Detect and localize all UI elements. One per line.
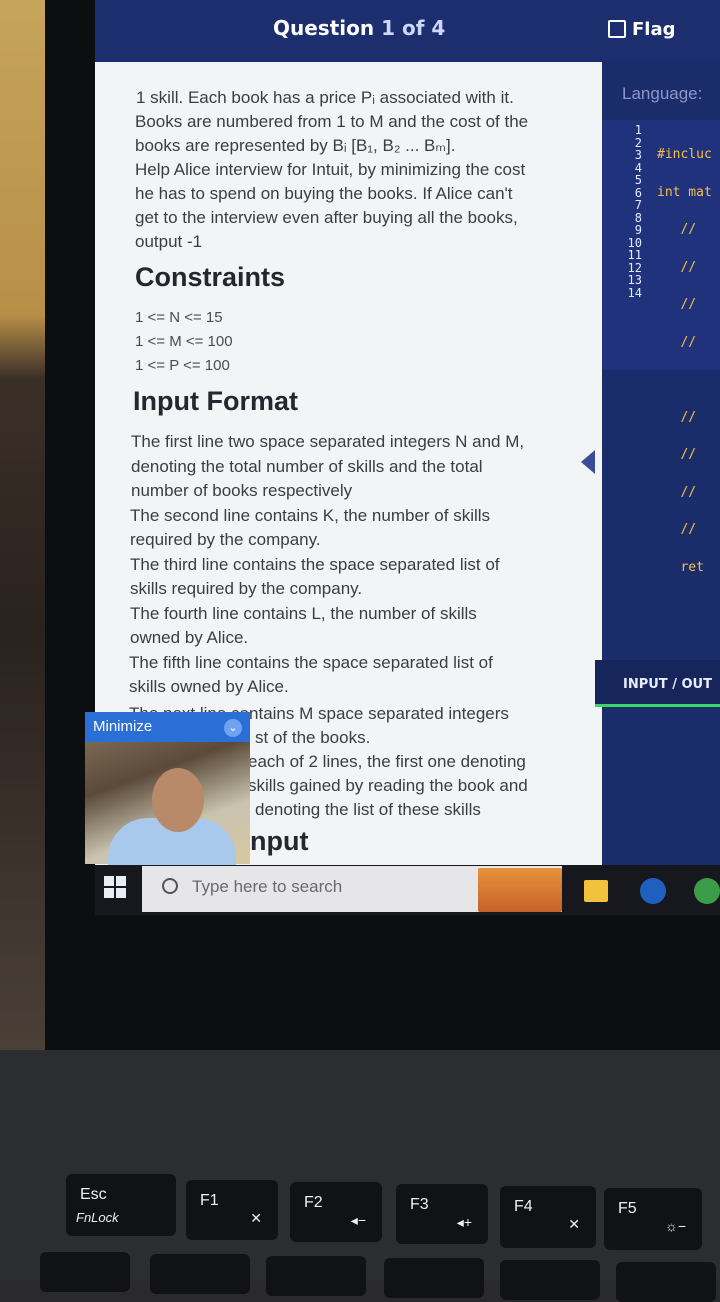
- input-text-line: each of 2 lines, the first one denoting: [248, 752, 526, 771]
- esc-key-label: Esc: [80, 1186, 107, 1203]
- f1-key-label: F1: [200, 1192, 219, 1209]
- input-text-line: st of the books.: [255, 728, 371, 747]
- language-label[interactable]: Language:: [622, 84, 702, 104]
- problem-text-line: books are represented by Bᵢ [B₁, B₂ ... …: [135, 136, 456, 155]
- number-5-key[interactable]: [616, 1262, 716, 1302]
- brightness-down-icon: ☼−: [664, 1218, 686, 1234]
- windows-start-icon[interactable]: [104, 876, 126, 898]
- f2-key[interactable]: F2 ◂−: [290, 1182, 382, 1242]
- volume-down-icon: ◂−: [350, 1212, 366, 1228]
- line-number: 1: [634, 123, 642, 137]
- chevron-down-icon[interactable]: ⌄: [224, 719, 242, 737]
- input-text-line: The third line contains the space separa…: [130, 555, 500, 574]
- number-2-key[interactable]: [266, 1256, 366, 1296]
- code-line: #incluc: [657, 147, 712, 162]
- question-label: Question: [273, 16, 375, 40]
- constraints-heading: Constraints: [135, 262, 286, 292]
- line-number: 13: [627, 273, 642, 287]
- line-number: 9: [634, 223, 642, 237]
- fnlock-key-label: FnLock: [76, 1210, 119, 1225]
- input-text-line: The fifth line contains the space separa…: [129, 653, 493, 672]
- person-face: [152, 768, 204, 832]
- input-text-line: The fourth line contains L, the number o…: [130, 604, 477, 623]
- problem-text-line: he has to spend on buying the books. If …: [135, 184, 513, 203]
- code-line: //: [657, 447, 697, 462]
- input-text-line: number of books respectively: [131, 481, 353, 500]
- input-format-heading: Input Format: [133, 386, 298, 416]
- f2-key-label: F2: [304, 1194, 323, 1211]
- search-icon: [162, 878, 178, 894]
- search-highlight-image[interactable]: [478, 868, 562, 912]
- question-number: 1: [381, 16, 395, 40]
- problem-text-line: Help Alice interview for Intuit, by mini…: [135, 160, 526, 179]
- constraint-item: 1 <= M <= 100: [135, 333, 233, 350]
- f3-key-label: F3: [410, 1196, 429, 1213]
- line-number: 11: [627, 248, 642, 262]
- problem-text-line: Books are numbered from 1 to M and the c…: [135, 112, 529, 131]
- input-text-line: owned by Alice.: [130, 628, 249, 647]
- code-line: //: [657, 297, 697, 312]
- panel-collapse-caret-icon[interactable]: [581, 450, 595, 474]
- app-icon[interactable]: [640, 878, 666, 904]
- code-line: //: [657, 259, 697, 275]
- line-number: 3: [634, 148, 642, 162]
- flag-label[interactable]: Flag: [632, 19, 676, 40]
- code-line: ret: [657, 559, 704, 575]
- code-content[interactable]: #incluc int mat // // // // // // // // …: [657, 124, 712, 674]
- input-text-line: required by the company.: [130, 530, 321, 549]
- input-text-line: The second line contains K, the number o…: [130, 506, 491, 525]
- input-text-line: skills gained by reading the book and: [248, 776, 528, 795]
- line-number: 7: [634, 198, 642, 212]
- input-text-line: denoting the total number of skills and …: [131, 457, 483, 476]
- line-number: 14: [627, 285, 642, 300]
- flag-checkbox[interactable]: [608, 20, 626, 38]
- number-3-key[interactable]: [384, 1258, 484, 1298]
- search-placeholder[interactable]: Type here to search: [192, 877, 342, 897]
- code-line: int mat: [657, 184, 712, 200]
- number-1-key[interactable]: [150, 1254, 250, 1294]
- f5-key-label: F5: [618, 1200, 637, 1217]
- code-line: //: [657, 409, 697, 425]
- code-line: //: [657, 222, 697, 237]
- chrome-icon[interactable]: [694, 878, 720, 904]
- input-text-line: The first line two space separated integ…: [131, 432, 525, 451]
- f4-key[interactable]: F4 ✕: [500, 1186, 596, 1248]
- constraint-item: 1 <= P <= 100: [135, 357, 230, 374]
- minimize-label[interactable]: Minimize: [93, 718, 152, 735]
- question-total: of 4: [401, 16, 446, 40]
- input-text-line: skills required by the company.: [130, 579, 363, 598]
- question-title: Question 1 of 4: [273, 16, 445, 40]
- line-number-gutter: 1 2 3 4 5 6 7 8 9 10 11 12 13 14: [610, 124, 642, 299]
- problem-text-line: get to the interview even after buying a…: [135, 208, 518, 227]
- code-line: //: [657, 522, 697, 537]
- input-text-line: skills owned by Alice.: [129, 677, 289, 696]
- mute-icon: ✕: [250, 1210, 262, 1226]
- input-text-line: denoting the list of these skills: [255, 800, 481, 819]
- code-line: //: [657, 484, 697, 500]
- line-number: 5: [634, 173, 642, 187]
- esc-key[interactable]: Esc FnLock: [66, 1174, 176, 1236]
- problem-text-line: output -1: [135, 232, 203, 251]
- constraint-item: 1 <= N <= 15: [135, 309, 223, 326]
- volume-up-icon: ◂+: [456, 1214, 472, 1230]
- f1-key[interactable]: F1 ✕: [186, 1180, 278, 1240]
- file-explorer-icon[interactable]: [584, 880, 608, 902]
- mic-mute-icon: ✕: [568, 1216, 580, 1232]
- f3-key[interactable]: F3 ◂+: [396, 1184, 488, 1244]
- input-output-label[interactable]: INPUT / OUT: [623, 677, 712, 692]
- problem-text-line: 1 skill. Each book has a price Pᵢ associ…: [136, 88, 514, 107]
- f5-key[interactable]: F5 ☼−: [604, 1188, 702, 1250]
- laptop-keyboard: Esc FnLock F1 ✕ F2 ◂− F3 ◂+ F4 ✕ F5 ☼−: [0, 1050, 720, 1302]
- partial-heading: nput: [250, 826, 309, 856]
- code-line: //: [657, 334, 697, 350]
- tilde-key[interactable]: [40, 1252, 130, 1292]
- f4-key-label: F4: [514, 1198, 533, 1215]
- number-4-key[interactable]: [500, 1260, 600, 1300]
